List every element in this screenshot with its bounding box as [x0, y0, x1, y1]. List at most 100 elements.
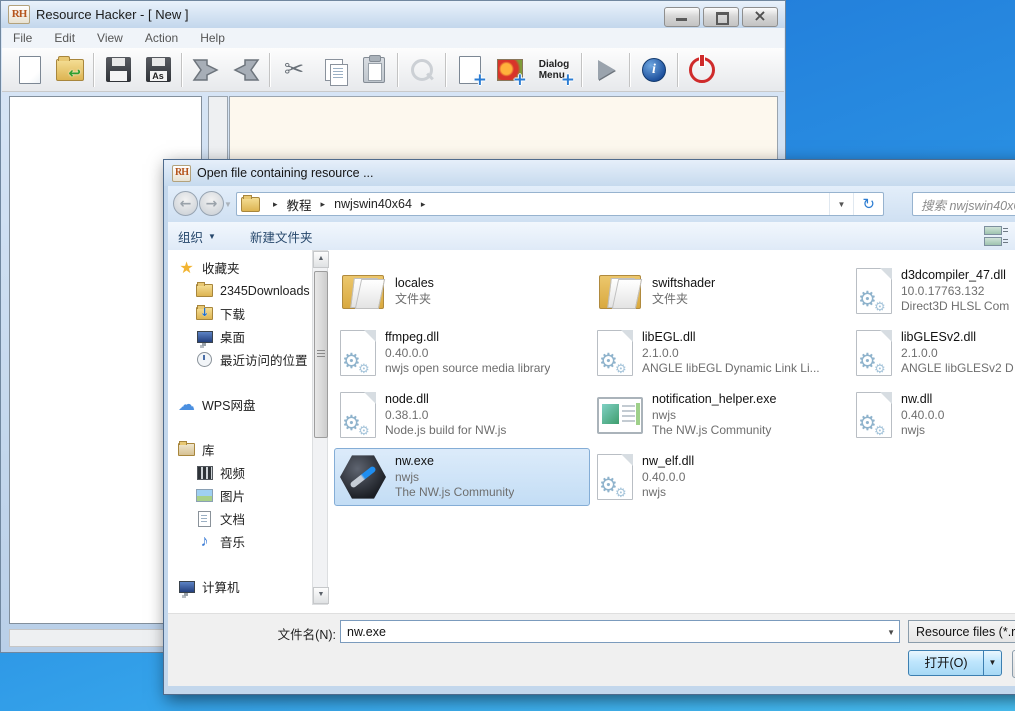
sidebar-item-2345downloads[interactable]: 2345Downloads: [170, 279, 310, 302]
copy-icon: [325, 59, 343, 81]
title-bar[interactable]: RH Resource Hacker - [ New ]: [1, 1, 785, 28]
sidebar-item-desktop[interactable]: 桌面: [170, 325, 310, 348]
address-dropdown-button[interactable]: ▼: [829, 193, 854, 215]
toolbar-separator: [269, 53, 271, 87]
back-button[interactable]: [186, 51, 226, 89]
play-icon: [598, 60, 615, 80]
exit-button[interactable]: [682, 51, 722, 89]
add-resource-button[interactable]: +: [450, 51, 490, 89]
dll-file-icon: ⚙⚙: [340, 330, 376, 376]
maximize-button[interactable]: [703, 7, 739, 27]
menu-edit[interactable]: Edit: [43, 31, 86, 45]
save-as-button[interactable]: As: [138, 51, 178, 89]
organize-button[interactable]: 组织 ▼: [168, 227, 226, 246]
file-tile-swiftshader[interactable]: swiftshader文件夹: [591, 262, 844, 320]
dll-file-icon: ⚙⚙: [597, 330, 633, 376]
open-button[interactable]: 打开(O) ▼: [908, 650, 1002, 676]
sidebar-item-favorites[interactable]: ★收藏夹: [170, 256, 310, 279]
dialog-logo-icon: RH: [172, 165, 191, 182]
breadcrumb[interactable]: ▸ 教程 ▸ nwjswin40x64 ▸ ▼ ↻: [236, 192, 884, 216]
find-button[interactable]: [402, 51, 442, 89]
info-icon: i: [642, 58, 666, 82]
sidebar-item-wps-cloud[interactable]: ☁WPS网盘: [170, 393, 310, 416]
command-bar: 组织 ▼ 新建文件夹: [168, 222, 1015, 251]
back-arrow-icon: [192, 57, 220, 83]
file-tile-nw-elf-dll[interactable]: ⚙⚙ nw_elf.dll0.40.0.0nwjs: [591, 448, 844, 506]
menu-help[interactable]: Help: [189, 31, 236, 45]
toolbar-separator: [629, 53, 631, 87]
file-tile-libglesv2-dll[interactable]: ⚙⚙ libGLESv2.dll2.1.0.0ANGLE libGLESv2 D: [850, 324, 1015, 382]
add-image-button[interactable]: +: [490, 51, 530, 89]
view-options-button[interactable]: [976, 226, 1010, 246]
search-icon: [411, 59, 433, 81]
desktop-icon: [196, 328, 213, 345]
file-tile-ffmpeg-dll[interactable]: ⚙⚙ ffmpeg.dll0.40.0.0nwjs open source me…: [334, 324, 587, 382]
dll-file-icon: ⚙⚙: [597, 454, 633, 500]
nav-history-dropdown[interactable]: ▼: [224, 200, 232, 209]
file-tile-notification-helper-exe[interactable]: notification_helper.exenwjsThe NW.js Com…: [591, 386, 844, 444]
sidebar-item-downloads[interactable]: ↓下载: [170, 302, 310, 325]
breadcrumb-item-nwjswin40x64[interactable]: nwjswin40x64: [332, 197, 414, 211]
open-file-button[interactable]: ↩: [50, 51, 90, 89]
menu-file[interactable]: File: [2, 31, 43, 45]
pictures-icon: [196, 487, 213, 504]
copy-button[interactable]: [314, 51, 354, 89]
file-tile-nw-dll[interactable]: ⚙⚙ nw.dll0.40.0.0nwjs: [850, 386, 1015, 444]
sidebar-item-computer[interactable]: 计算机: [170, 575, 310, 598]
filename-input[interactable]: nw.exe ▼: [340, 620, 900, 643]
breadcrumb-separator-icon: ▸: [414, 199, 433, 210]
scroll-down-button[interactable]: ▼: [313, 587, 329, 604]
new-folder-button[interactable]: 新建文件夹: [240, 227, 323, 246]
sidebar-item-music[interactable]: ♪音乐: [170, 530, 310, 553]
toolbar-separator: [181, 53, 183, 87]
refresh-button[interactable]: ↻: [853, 193, 883, 215]
file-tile-locales[interactable]: locales文件夹: [334, 262, 587, 320]
minimize-button[interactable]: [664, 7, 700, 27]
nwjs-logo-icon: [340, 454, 386, 500]
forward-button[interactable]: [226, 51, 266, 89]
close-button[interactable]: [742, 7, 778, 27]
sidebar-item-videos[interactable]: 视频: [170, 461, 310, 484]
run-button[interactable]: [586, 51, 626, 89]
search-input[interactable]: 搜索 nwjswin40x64: [912, 192, 1015, 216]
file-tile-d3dcompiler-47-dll[interactable]: ⚙⚙ d3dcompiler_47.dll10.0.17763.132Direc…: [850, 262, 1015, 320]
toolbar-separator: [581, 53, 583, 87]
nav-forward-button[interactable]: →: [199, 191, 224, 216]
about-button[interactable]: i: [634, 51, 674, 89]
save-as-icon: As: [146, 57, 171, 82]
menu-bar: File Edit View Action Help: [2, 28, 784, 49]
folder-icon: [196, 282, 213, 299]
menu-action[interactable]: Action: [134, 31, 189, 45]
open-split-dropdown[interactable]: ▼: [983, 651, 1001, 675]
search-placeholder: 搜索 nwjswin40x64: [921, 195, 1015, 214]
toolbar: ↩ As ✂ + + Dialog Menu +: [2, 48, 784, 92]
plus-icon: +: [561, 73, 575, 87]
breadcrumb-item-jiaocheng[interactable]: 教程: [285, 195, 314, 214]
menu-view[interactable]: View: [86, 31, 134, 45]
toolbar-separator: [93, 53, 95, 87]
sidebar-item-documents[interactable]: 文档: [170, 507, 310, 530]
sidebar-scrollbar[interactable]: ▲ ▼: [312, 250, 328, 605]
recent-places-icon: [196, 351, 213, 368]
cut-button[interactable]: ✂: [274, 51, 314, 89]
scroll-up-button[interactable]: ▲: [313, 251, 329, 268]
nav-back-button[interactable]: ←: [173, 191, 198, 216]
save-button[interactable]: [98, 51, 138, 89]
save-icon: [106, 57, 131, 82]
sidebar-item-pictures[interactable]: 图片: [170, 484, 310, 507]
sidebar-item-libraries[interactable]: 库: [170, 438, 310, 461]
file-tile-nw-exe-selected[interactable]: nw.exenwjsThe NW.js Community: [334, 448, 590, 506]
add-dialog-menu-button[interactable]: Dialog Menu +: [530, 51, 578, 89]
dll-file-icon: ⚙⚙: [340, 392, 376, 438]
download-folder-icon: ↓: [196, 305, 213, 322]
resource-hacker-logo-icon: RH: [8, 5, 30, 24]
file-type-filter-dropdown[interactable]: Resource files (*.r: [908, 620, 1015, 643]
chevron-down-icon[interactable]: ▼: [887, 628, 895, 637]
paste-button[interactable]: [354, 51, 394, 89]
scrollbar-thumb[interactable]: [314, 271, 328, 438]
file-tile-libegl-dll[interactable]: ⚙⚙ libEGL.dll2.1.0.0ANGLE libEGL Dynamic…: [591, 324, 844, 382]
sidebar-item-recent-places[interactable]: 最近访问的位置: [170, 348, 310, 371]
dialog-title-bar[interactable]: RH Open file containing resource ...: [164, 160, 1015, 186]
file-tile-node-dll[interactable]: ⚙⚙ node.dll0.38.1.0Node.js build for NW.…: [334, 386, 587, 444]
new-file-button[interactable]: [10, 51, 50, 89]
